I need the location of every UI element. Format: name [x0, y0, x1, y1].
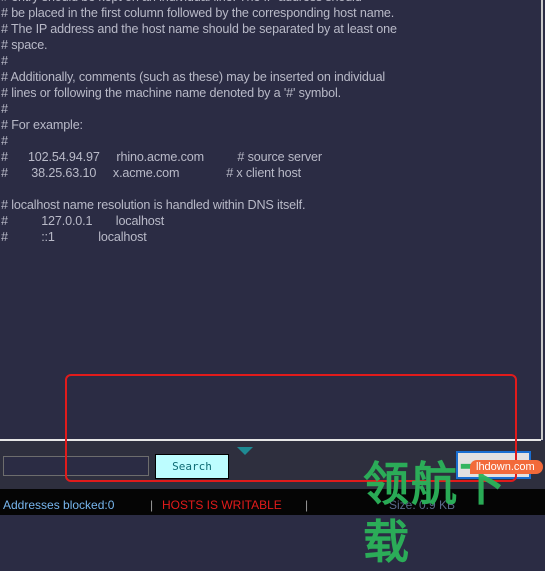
editor-line: # lines or following the machine name de…	[1, 86, 341, 100]
hosts-editor[interactable]: # entry should be kept on an individual …	[0, 0, 543, 440]
editor-line: # 102.54.94.97 rhino.acme.com # source s…	[1, 150, 322, 164]
editor-line: # Additionally, comments (such as these)…	[1, 70, 386, 84]
editor-line: # ::1 localhost	[1, 230, 147, 244]
bottom-toolbar: Search Save	[0, 441, 545, 489]
editor-line: # 38.25.63.10 x.acme.com # x client host	[1, 166, 301, 180]
editor-line: # 127.0.0.1 localhost	[1, 214, 165, 228]
search-button[interactable]: Search	[155, 454, 229, 479]
editor-line: # localhost name resolution is handled w…	[1, 198, 306, 212]
file-size: Size: 0.9 KB	[389, 498, 456, 512]
editor-line: # For example:	[1, 118, 83, 132]
editor-line: #	[1, 102, 8, 116]
search-input[interactable]	[3, 456, 149, 476]
status-bar: Addresses blocked:0 | HOSTS IS WRITABLE …	[0, 489, 545, 515]
status-separator: |	[150, 498, 154, 512]
editor-line: #	[1, 134, 8, 148]
addresses-blocked-count: Addresses blocked:0	[3, 498, 115, 512]
collapse-arrow-icon[interactable]	[237, 447, 253, 455]
hosts-file-text[interactable]: # entry should be kept on an individual …	[1, 0, 397, 245]
editor-line: # be placed in the first column followed…	[1, 6, 395, 20]
editor-line: #	[1, 54, 8, 68]
editor-line: # space.	[1, 38, 48, 52]
save-button[interactable]: Save	[456, 451, 531, 479]
hosts-writable-status: HOSTS IS WRITABLE	[162, 498, 282, 512]
status-separator: |	[305, 498, 309, 512]
editor-line: # The IP address and the host name shoul…	[1, 22, 397, 36]
